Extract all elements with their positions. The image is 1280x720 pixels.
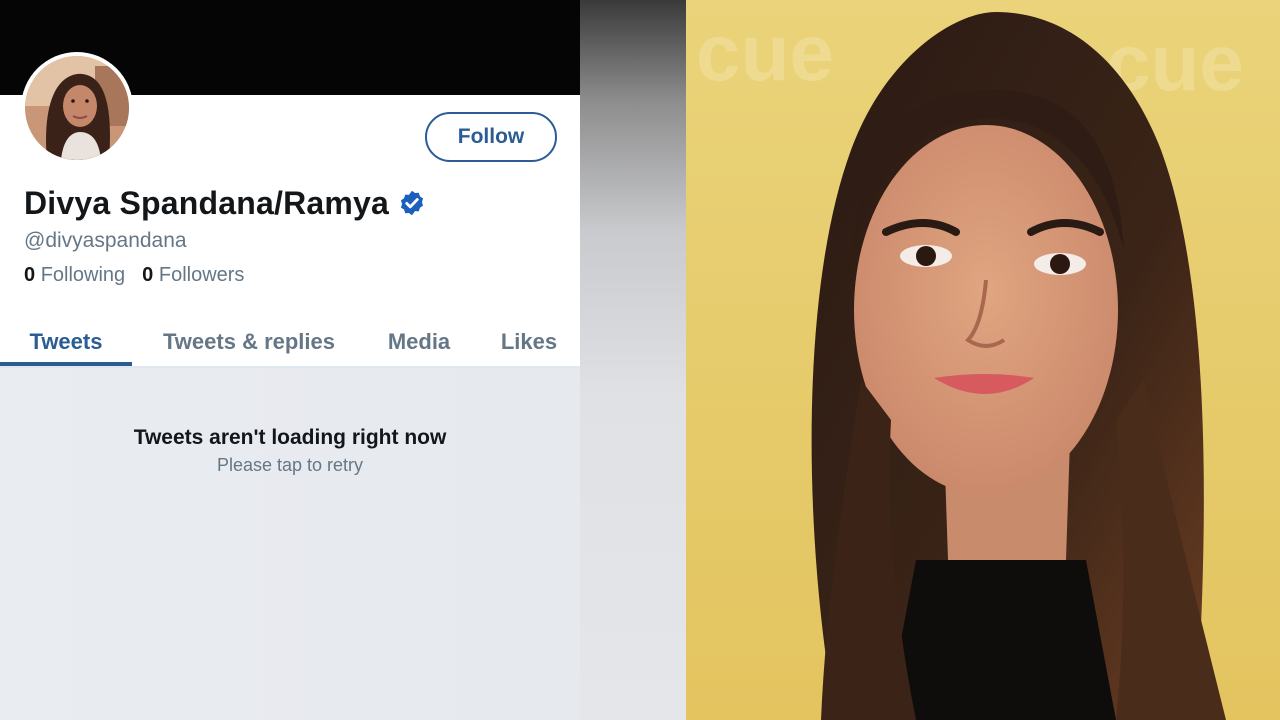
tab-likes[interactable]: Likes [486, 317, 572, 366]
following-stat[interactable]: 0 Following [24, 264, 125, 287]
follow-stats: 0 Following 0 Followers [24, 264, 244, 287]
profile-avatar[interactable] [21, 52, 133, 164]
retry-link[interactable]: Please tap to retry [0, 452, 580, 478]
verified-badge-icon [398, 189, 426, 217]
face [854, 125, 1118, 495]
profile-handle: @divyaspandana [24, 229, 187, 252]
following-count: 0 [24, 264, 36, 286]
black-top [886, 560, 1116, 720]
follow-button[interactable]: Follow [425, 112, 557, 162]
twitter-profile-screenshot: Follow Divya Spandana/Ramya @divyaspanda… [0, 0, 686, 720]
svg-text:cue: cue [696, 8, 834, 97]
tab-tweets[interactable]: Tweets [0, 317, 132, 366]
tweets-error-state: Tweets aren't loading right now Please t… [0, 424, 580, 478]
followers-count: 0 [142, 264, 154, 286]
error-title: Tweets aren't loading right now [133, 426, 447, 449]
followers-stat[interactable]: 0 Followers [142, 264, 244, 287]
profile-tabs: Tweets Tweets & replies Media Likes [0, 317, 580, 368]
active-tab-indicator [0, 362, 132, 366]
name-row: Divya Spandana/Ramya [24, 183, 426, 223]
following-label: Following [40, 264, 126, 286]
avatar-photo [25, 56, 129, 160]
display-name: Divya Spandana/Ramya [24, 184, 390, 221]
side-shadow [580, 0, 686, 720]
tab-media[interactable]: Media [372, 317, 466, 366]
tab-tweets-replies[interactable]: Tweets & replies [140, 317, 358, 366]
portrait-photo: cue cue [686, 0, 1280, 720]
portrait-illustration: cue cue [686, 0, 1280, 720]
followers-label: Followers [158, 264, 245, 286]
